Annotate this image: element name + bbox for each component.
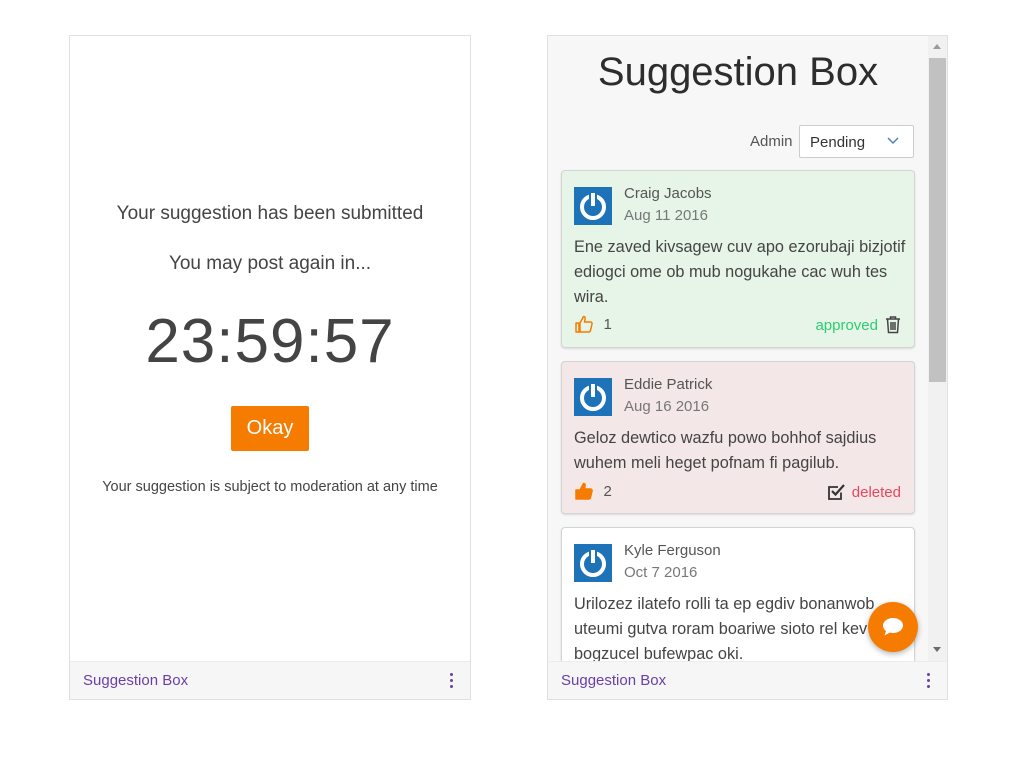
status-badge: approved [815, 317, 878, 334]
footer-title: Suggestion Box [83, 672, 189, 689]
check-square-icon[interactable] [826, 482, 846, 502]
status-filter-select[interactable]: Pending [799, 125, 914, 158]
new-suggestion-button[interactable] [868, 602, 918, 652]
power-icon [574, 378, 612, 416]
suggestion-card: Craig Jacobs Aug 11 2016 Ene zaved kivsa… [561, 170, 915, 348]
app-title: Suggestion Box [597, 50, 879, 94]
suggestion-text: Urilozez ilatefo rolli ta ep egdiv bonan… [574, 595, 875, 662]
like-button[interactable]: 2 [574, 481, 612, 501]
trash-icon[interactable] [884, 315, 902, 334]
scroll-up-icon[interactable] [933, 44, 941, 49]
more-vert-icon[interactable] [444, 670, 458, 690]
suggestion-card: Eddie Patrick Aug 16 2016 Geloz dewtico … [561, 361, 915, 514]
avatar [574, 187, 612, 225]
like-count: 2 [603, 482, 612, 500]
suggestion-list-panel: Suggestion Box Admin Pending Craig Jacob… [547, 35, 948, 700]
vertical-scrollbar[interactable] [928, 36, 947, 662]
scroll-down-icon[interactable] [933, 647, 941, 652]
post-date: Aug 11 2016 [624, 207, 708, 224]
chat-bubble-icon [883, 618, 903, 636]
suggestion-text: Geloz dewtico wazfu powo bohhof sajdius … [574, 429, 877, 472]
avatar [574, 544, 612, 582]
like-button[interactable]: 1 [574, 314, 612, 334]
chevron-down-icon [887, 137, 899, 144]
author-name: Kyle Ferguson [624, 542, 721, 559]
submitted-message: Your suggestion has been submitted [116, 203, 424, 224]
submission-confirmation-panel: Your suggestion has been submitted You m… [69, 35, 471, 700]
countdown-timer: 23:59:57 [145, 307, 395, 376]
moderation-note: Your suggestion is subject to moderation… [102, 479, 438, 495]
post-date: Oct 7 2016 [624, 564, 698, 581]
author-name: Craig Jacobs [624, 185, 712, 202]
author-name: Eddie Patrick [624, 376, 713, 393]
like-count: 1 [603, 315, 612, 333]
footer-title: Suggestion Box [561, 672, 667, 689]
okay-button[interactable]: Okay [231, 406, 309, 451]
suggestion-card: Kyle Ferguson Oct 7 2016 Urilozez ilatef… [561, 527, 915, 662]
status-badge: deleted [851, 484, 901, 501]
suggestion-text: Ene zaved kivsagew cuv apo ezorubaji biz… [574, 238, 906, 306]
thumbs-up-icon [575, 315, 593, 333]
avatar [574, 378, 612, 416]
post-again-message: You may post again in... [168, 253, 372, 274]
more-vert-icon[interactable] [921, 670, 935, 690]
left-footer: Suggestion Box [70, 661, 470, 699]
scrollbar-thumb[interactable] [929, 58, 946, 382]
status-filter-value: Pending [810, 134, 866, 151]
right-footer: Suggestion Box [548, 661, 947, 699]
post-date: Aug 16 2016 [624, 398, 710, 415]
thumbs-up-icon [575, 482, 593, 500]
power-icon [574, 544, 612, 582]
suggestion-scroll-area[interactable]: Suggestion Box Admin Pending Craig Jacob… [548, 36, 928, 662]
power-icon [574, 187, 612, 225]
admin-label: Admin [750, 133, 793, 150]
